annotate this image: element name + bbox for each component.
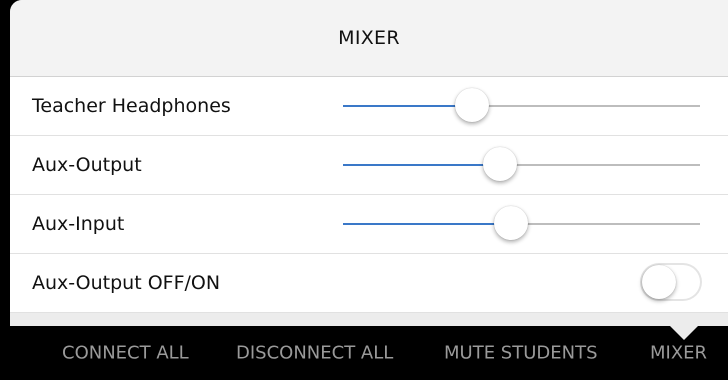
aux-input-slider-fill <box>343 223 511 225</box>
teacher-headphones-slider-fill <box>343 105 472 107</box>
aux-output-toggle-switch[interactable] <box>640 263 702 301</box>
row-aux-input: Aux-Input <box>10 195 728 254</box>
aux-output-toggle-label: Aux-Output OFF/ON <box>32 272 221 294</box>
aux-input-label: Aux-Input <box>32 213 125 235</box>
row-aux-output: Aux-Output <box>10 136 728 195</box>
mixer-header: MIXER <box>10 0 728 77</box>
mixer-footer <box>10 313 728 326</box>
aux-input-slider-thumb[interactable] <box>493 206 528 240</box>
aux-output-label: Aux-Output <box>32 154 142 176</box>
aux-output-slider[interactable] <box>343 147 700 181</box>
row-teacher-headphones: Teacher Headphones <box>10 77 728 136</box>
teacher-headphones-label: Teacher Headphones <box>32 95 231 117</box>
aux-output-toggle-knob <box>642 265 676 299</box>
row-aux-output-toggle: Aux-Output OFF/ON <box>10 254 728 313</box>
mixer-rows: Teacher Headphones Aux-Output Aux-Input … <box>10 77 728 313</box>
mixer-popover: MIXER Teacher Headphones Aux-Output Aux-… <box>10 0 728 326</box>
aux-output-slider-fill <box>343 164 501 166</box>
mixer-title: MIXER <box>338 27 400 49</box>
mute-students-button[interactable]: MUTE STUDENTS <box>444 343 598 364</box>
connect-all-button[interactable]: CONNECT ALL <box>62 343 189 364</box>
teacher-headphones-slider[interactable] <box>343 88 700 122</box>
mixer-button[interactable]: MIXER <box>650 343 707 364</box>
aux-input-slider[interactable] <box>343 206 700 240</box>
bottom-toolbar: CONNECT ALL DISCONNECT ALL MUTE STUDENTS… <box>0 326 728 380</box>
teacher-headphones-slider-thumb[interactable] <box>454 88 489 122</box>
disconnect-all-button[interactable]: DISCONNECT ALL <box>236 343 393 364</box>
aux-output-slider-thumb[interactable] <box>483 147 518 181</box>
